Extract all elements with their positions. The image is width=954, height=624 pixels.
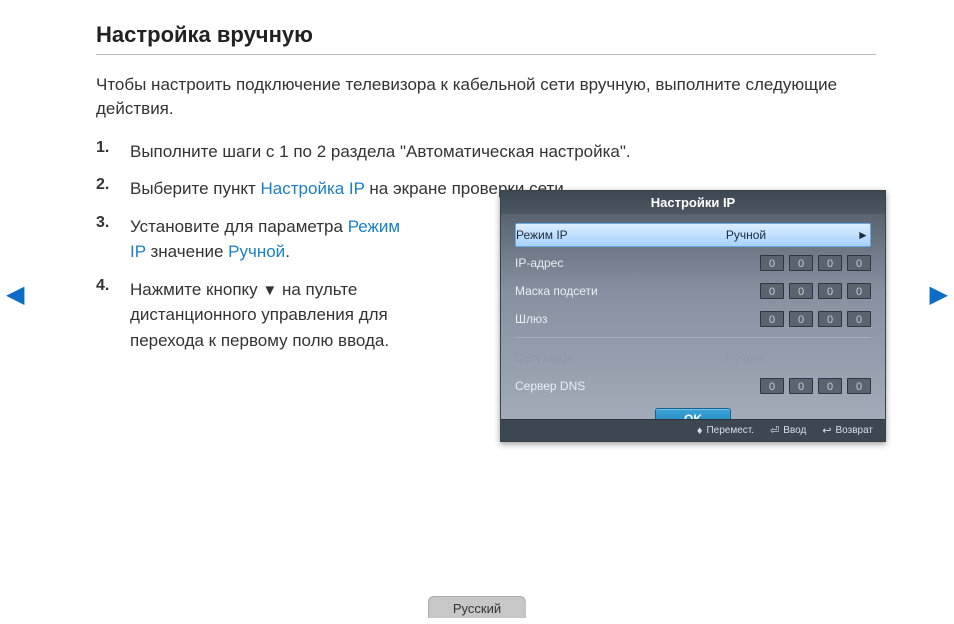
gateway-row[interactable]: Шлюз 0 0 0 0 <box>515 307 871 331</box>
footer-label: Ввод <box>783 425 806 436</box>
step-number: 3. <box>96 214 130 232</box>
text-fragment: значение <box>146 242 228 261</box>
row-label: Шлюз <box>515 312 635 326</box>
tv-settings-panel: Настройки IP Режим IP Ручной ► IP-адрес … <box>500 190 886 442</box>
octet-field[interactable]: 0 <box>789 283 813 299</box>
footer-label: Возврат <box>836 425 874 436</box>
octet-field[interactable]: 0 <box>818 283 842 299</box>
subnet-mask-row[interactable]: Маска подсети 0 0 0 0 <box>515 279 871 303</box>
octet-field[interactable]: 0 <box>847 311 871 327</box>
octet-field[interactable]: 0 <box>847 283 871 299</box>
row-label: Сервер DNS <box>515 379 635 393</box>
step-text: Нажмите кнопку ▼ на пульте дистанционног… <box>130 277 410 354</box>
dsn-mode-row: DSN Mode Ручной <box>515 346 871 370</box>
step-number: 1. <box>96 139 130 157</box>
highlight-term: Настройка IP <box>261 179 365 198</box>
text-fragment: Нажмите кнопку <box>130 280 262 299</box>
language-tab[interactable]: Русский <box>428 596 526 618</box>
panel-footer: ♦ Перемест. ⏎ Ввод ↩ Возврат <box>501 419 885 441</box>
footer-hint-return: ↩ Возврат <box>822 424 873 437</box>
page-title: Настройка вручную <box>96 22 876 55</box>
footer-hint-enter: ⏎ Ввод <box>770 424 806 437</box>
footer-hint-move: ♦ Перемест. <box>697 425 754 437</box>
enter-icon: ⏎ <box>770 424 779 437</box>
chevron-right-icon: ► <box>856 228 870 242</box>
return-icon: ↩ <box>822 424 831 437</box>
row-label: IP-адрес <box>515 256 635 270</box>
prev-page-arrow[interactable]: ◀ <box>6 280 24 309</box>
octet-field[interactable]: 0 <box>847 255 871 271</box>
row-label: Режим IP <box>516 228 636 242</box>
footer-label: Перемест. <box>706 425 754 436</box>
ip-address-row[interactable]: IP-адрес 0 0 0 0 <box>515 251 871 275</box>
panel-title: Настройки IP <box>501 191 885 215</box>
row-value: Ручной <box>635 351 857 365</box>
next-page-arrow[interactable]: ▶ <box>930 280 948 309</box>
step-text: Выполните шаги с 1 по 2 раздела "Автомат… <box>130 139 631 165</box>
dns-server-row[interactable]: Сервер DNS 0 0 0 0 <box>515 374 871 398</box>
step-number: 2. <box>96 176 130 194</box>
octet-field[interactable]: 0 <box>760 255 784 271</box>
row-label: Маска подсети <box>515 284 635 298</box>
octet-field[interactable]: 0 <box>789 255 813 271</box>
octet-field[interactable]: 0 <box>789 311 813 327</box>
octet-field[interactable]: 0 <box>818 311 842 327</box>
text-fragment: . <box>285 242 290 261</box>
octet-field[interactable]: 0 <box>789 378 813 394</box>
intro-paragraph: Чтобы настроить подключение телевизора к… <box>96 73 876 121</box>
down-arrow-icon: ▼ <box>262 280 277 303</box>
octet-field[interactable]: 0 <box>760 311 784 327</box>
step-1: 1. Выполните шаги с 1 по 2 раздела "Авто… <box>96 139 876 165</box>
octet-field[interactable]: 0 <box>818 255 842 271</box>
ip-mode-row[interactable]: Режим IP Ручной ► <box>515 223 871 247</box>
step-number: 4. <box>96 277 130 295</box>
octet-field[interactable]: 0 <box>818 378 842 394</box>
highlight-term: Ручной <box>228 242 285 261</box>
row-value: Ручной <box>636 228 856 242</box>
step-text: Установите для параметра Режим IP значен… <box>130 214 410 265</box>
text-fragment: Установите для параметра <box>130 217 348 236</box>
move-icon: ♦ <box>697 425 703 437</box>
octet-field[interactable]: 0 <box>760 283 784 299</box>
text-fragment: Выберите пункт <box>130 179 261 198</box>
octet-field[interactable]: 0 <box>847 378 871 394</box>
octet-field[interactable]: 0 <box>760 378 784 394</box>
row-label: DSN Mode <box>515 351 635 365</box>
divider <box>515 337 871 338</box>
